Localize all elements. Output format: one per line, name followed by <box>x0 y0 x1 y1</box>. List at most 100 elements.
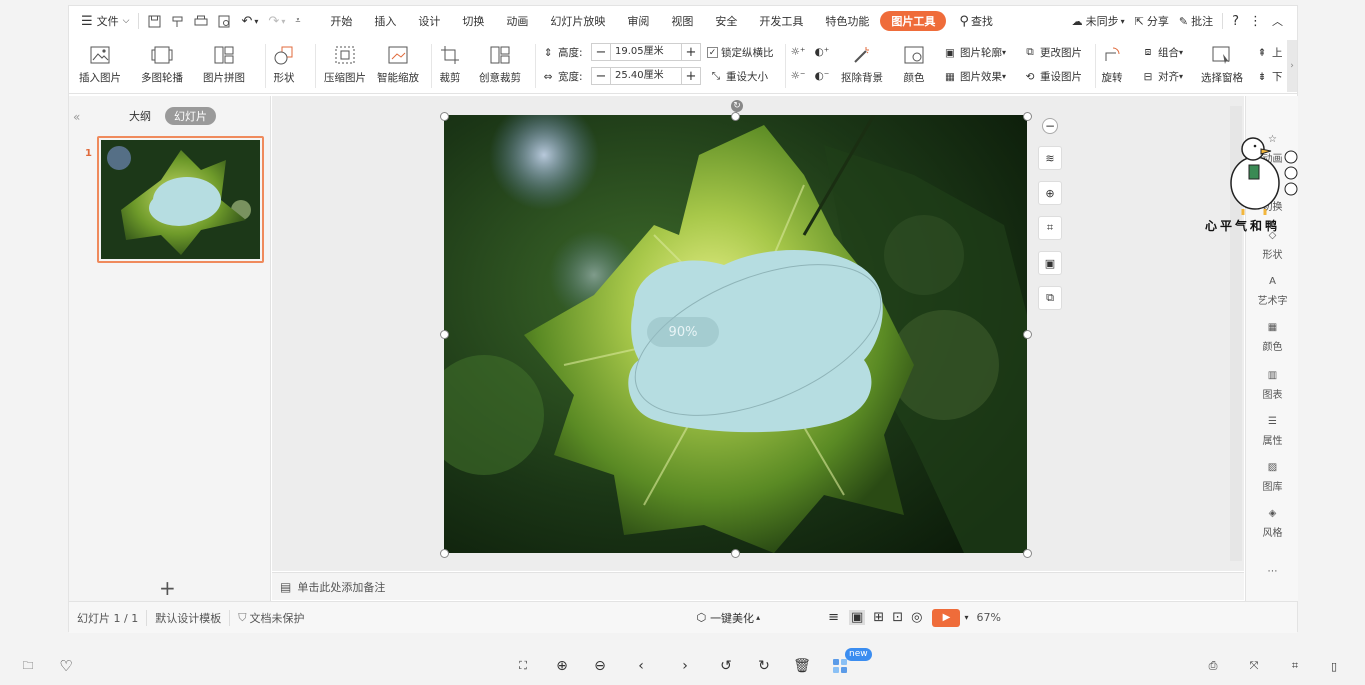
contrast-up-button[interactable]: ◐⁺ <box>815 45 832 59</box>
remove-background-button[interactable]: 抠除背景 <box>841 44 883 85</box>
rotate-left-icon[interactable]: ↺ <box>715 655 737 677</box>
delete-icon[interactable]: 🗑 <box>791 655 813 677</box>
collapse-panel-icon[interactable]: « <box>73 110 80 124</box>
print-icon[interactable]: ⎙ <box>1202 655 1224 677</box>
share-button[interactable]: ⇱ 分享 <box>1130 6 1174 36</box>
height-value[interactable]: 19.05厘米 <box>610 44 682 60</box>
height-stepper[interactable]: − 19.05厘米 + <box>591 43 701 61</box>
tab-slideshow[interactable]: 幻灯片放映 <box>539 6 616 36</box>
picture-effect-button[interactable]: ▦ 图片效果 ▾ <box>943 69 1006 84</box>
sorter-view-icon[interactable]: ⊞ <box>873 610 884 625</box>
task-color[interactable]: ▦ 颜色 <box>1246 318 1299 354</box>
resize-handle-e[interactable] <box>1023 330 1032 339</box>
resize-handle-w[interactable] <box>440 330 449 339</box>
multi-carousel-button[interactable]: 多图轮播 <box>141 44 183 85</box>
open-folder-icon[interactable]: 🗀 <box>17 655 39 677</box>
shape-button[interactable]: 形状 <box>273 44 295 85</box>
print-preview-icon[interactable] <box>213 6 236 36</box>
width-stepper[interactable]: − 25.40厘米 + <box>591 67 701 85</box>
color-button[interactable]: 颜色 <box>903 44 925 85</box>
crop-frame-icon[interactable]: ⌗ <box>1284 655 1306 677</box>
notes-area[interactable]: ▤ 单击此处添加备注 <box>272 572 1244 600</box>
fullscreen-icon[interactable]: ⤧ <box>1243 655 1265 677</box>
fit-screen-icon[interactable]: ⛶ <box>512 655 534 677</box>
creative-crop-button[interactable]: 创意裁剪 <box>479 44 521 85</box>
protection-status[interactable]: 文档未保护 <box>249 610 304 626</box>
tab-review[interactable]: 审阅 <box>616 6 660 36</box>
tab-outline[interactable]: 大纲 <box>129 108 151 124</box>
picture-outline-button[interactable]: ▣ 图片轮廓 ▾ <box>943 45 1006 60</box>
search-button[interactable]: ⚲ 查找 <box>954 6 998 36</box>
fit-frame-icon[interactable]: ▣ <box>1038 251 1062 275</box>
task-properties[interactable]: ☰ 属性 <box>1246 412 1299 448</box>
layers-icon[interactable]: ≋ <box>1038 146 1062 170</box>
brightness-up-button[interactable]: ☼⁺ <box>791 45 808 59</box>
resize-handle-n[interactable] <box>731 112 740 121</box>
send-backward-button[interactable]: ⇟ 下 <box>1255 69 1283 84</box>
file-info-icon[interactable]: ▯ <box>1323 655 1345 677</box>
help-icon[interactable]: ? <box>1227 6 1244 36</box>
previous-icon[interactable]: ‹ <box>630 655 652 677</box>
tab-animation[interactable]: 动画 <box>495 6 539 36</box>
selected-shape[interactable] <box>444 115 1027 553</box>
notes-toggle-icon[interactable]: ≡ <box>828 610 839 625</box>
minus-icon[interactable]: − <box>592 68 610 84</box>
reading-view-icon[interactable]: ⊡ <box>892 610 903 625</box>
task-wordart[interactable]: A 艺术字 <box>1246 272 1299 308</box>
bring-forward-button[interactable]: ⇞ 上 <box>1255 45 1283 60</box>
more-icon[interactable]: ⋮ <box>1244 6 1267 36</box>
zoom-in-icon[interactable]: ⊕ <box>551 655 573 677</box>
reset-size-button[interactable]: ⤡ 重设大小 <box>709 69 768 84</box>
rotate-handle-icon[interactable]: ↻ <box>731 100 743 112</box>
resize-handle-nw[interactable] <box>440 112 449 121</box>
picture-collage-button[interactable]: 图片拼图 <box>203 44 245 85</box>
zoom-out-icon[interactable]: ⊖ <box>589 655 611 677</box>
resize-handle-s[interactable] <box>731 549 740 558</box>
tab-picture-tools[interactable]: 图片工具 <box>880 11 947 31</box>
tab-insert[interactable]: 插入 <box>363 6 407 36</box>
task-chart[interactable]: ▥ 图表 <box>1246 366 1299 402</box>
presenter-view-icon[interactable]: ◎ <box>911 610 922 625</box>
customize-toolbar-icon[interactable]: ⩡ <box>290 6 305 36</box>
minus-circle-icon[interactable]: − <box>1042 118 1058 134</box>
rotate-right-icon[interactable]: ↻ <box>753 655 775 677</box>
task-more[interactable]: ⋯ <box>1246 562 1299 582</box>
task-style[interactable]: ◈ 风格 <box>1246 504 1299 540</box>
reset-picture-button[interactable]: ⟲ 重设图片 <box>1023 69 1082 84</box>
play-button[interactable]: ▶ <box>932 608 961 627</box>
rotate-button[interactable]: 旋转 <box>1101 44 1123 85</box>
heart-icon[interactable]: ♡ <box>55 655 77 677</box>
crop-button[interactable]: 裁剪 <box>439 44 461 85</box>
plus-icon[interactable]: + <box>682 68 700 84</box>
tab-slides[interactable]: 幻灯片 <box>165 107 216 125</box>
smart-zoom-button[interactable]: 智能缩放 <box>377 44 419 85</box>
slide-thumbnail[interactable] <box>97 136 264 263</box>
lock-ratio-checkbox[interactable]: ✓ 锁定纵横比 <box>707 45 774 60</box>
plus-icon[interactable]: + <box>682 44 700 60</box>
align-button[interactable]: ⊟ 对齐 ▾ <box>1141 69 1183 84</box>
selection-pane-button[interactable]: 选择窗格 <box>1201 44 1243 85</box>
copy-picture-icon[interactable]: ⧉ <box>1038 286 1062 310</box>
slide-picture[interactable]: 90% <box>444 115 1027 553</box>
resize-handle-ne[interactable] <box>1023 112 1032 121</box>
tab-developer[interactable]: 开发工具 <box>748 6 814 36</box>
undo-icon[interactable]: ↶ ▾ <box>236 6 263 36</box>
save-icon[interactable] <box>143 6 166 36</box>
compress-picture-button[interactable]: 压缩图片 <box>324 44 366 85</box>
task-gallery[interactable]: ▨ 图库 <box>1246 458 1299 494</box>
tab-home[interactable]: 开始 <box>319 6 363 36</box>
zoom-in-icon[interactable]: ⊕ <box>1038 181 1062 205</box>
minus-icon[interactable]: − <box>592 44 610 60</box>
insert-picture-button[interactable]: 插入图片 <box>79 44 121 85</box>
resize-handle-se[interactable] <box>1023 549 1032 558</box>
resize-handle-sw[interactable] <box>440 549 449 558</box>
tab-features[interactable]: 特色功能 <box>814 6 880 36</box>
collapse-ribbon-icon[interactable]: ︿ <box>1267 6 1297 36</box>
file-menu[interactable]: ☰ 文件 ⌵ <box>69 6 134 36</box>
beautify-button[interactable]: 一键美化 <box>710 610 754 626</box>
tab-view[interactable]: 视图 <box>660 6 704 36</box>
template-name[interactable]: 默认设计模板 <box>155 610 221 626</box>
redo-icon[interactable]: ↷ ▾ <box>263 6 290 36</box>
next-icon[interactable]: › <box>674 655 696 677</box>
contrast-down-button[interactable]: ◐⁻ <box>815 69 832 83</box>
